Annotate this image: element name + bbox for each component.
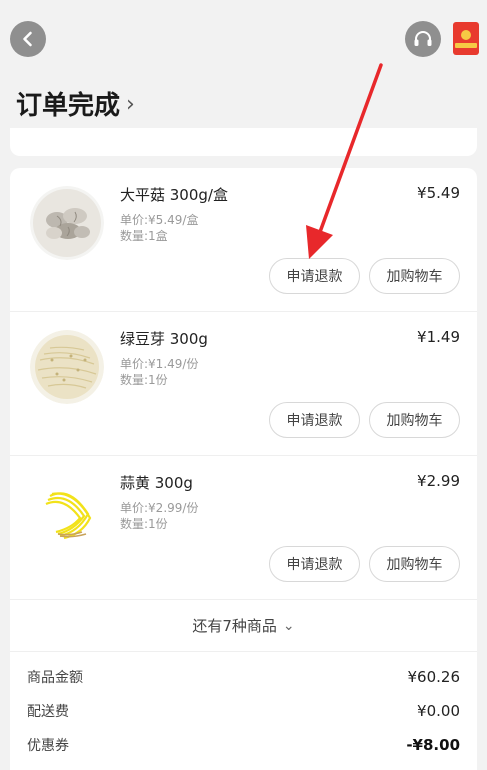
quantity: 数量:1份 — [120, 517, 168, 531]
delivery-fee-row: 配送费 ¥0.00 — [27, 694, 460, 728]
page-title: 订单完成 — [16, 90, 121, 121]
customer-service-button[interactable] — [405, 21, 441, 57]
unit-price: 单价:¥1.49/份 — [120, 357, 199, 371]
goods-amount-label: 商品金额 — [27, 670, 83, 686]
price-summary: 商品金额 ¥60.26 配送费 ¥0.00 优惠券 -¥8.00 — [10, 660, 477, 762]
add-to-cart-button[interactable]: 加购物车 — [369, 258, 460, 294]
request-refund-button[interactable]: 申请退款 — [269, 546, 360, 582]
delivery-fee-value: ¥0.00 — [417, 702, 460, 720]
red-packet-icon — [461, 30, 471, 40]
show-more-label: 还有7种商品 — [192, 617, 277, 635]
product-image[interactable] — [30, 186, 104, 260]
unit-price: 单价:¥2.99/份 — [120, 501, 199, 515]
add-to-cart-button[interactable]: 加购物车 — [369, 402, 460, 438]
order-status-link[interactable]: 订单完成 › — [16, 84, 135, 122]
product-name[interactable]: 绿豆芽 300g — [120, 328, 208, 349]
show-more-items-button[interactable]: 还有7种商品 ⌄ — [10, 600, 477, 652]
order-items-card: 大平菇 300g/盒 ¥5.49 单价:¥5.49/盒 数量:1盒 申请退款 加… — [10, 168, 477, 770]
product-name[interactable]: 大平菇 300g/盒 — [120, 184, 228, 205]
order-item: 绿豆芽 300g ¥1.49 单价:¥1.49/份 数量:1份 申请退款 加购物… — [10, 312, 477, 456]
back-button[interactable] — [10, 21, 46, 57]
coupon-value: -¥8.00 — [406, 736, 460, 754]
product-name[interactable]: 蒜黄 300g — [120, 472, 193, 493]
red-packet-label — [455, 43, 477, 48]
product-image[interactable] — [30, 330, 104, 404]
quantity: 数量:1份 — [120, 373, 168, 387]
request-refund-button[interactable]: 申请退款 — [269, 402, 360, 438]
delivery-card — [10, 128, 477, 156]
product-image[interactable] — [30, 474, 104, 548]
delivery-fee-label: 配送费 — [27, 704, 69, 720]
chevron-right-icon: › — [126, 91, 135, 117]
coupon-row: 优惠券 -¥8.00 — [27, 728, 460, 762]
unit-price: 单价:¥5.49/盒 — [120, 213, 199, 227]
product-price: ¥1.49 — [417, 328, 460, 346]
chevron-down-icon: ⌄ — [282, 617, 295, 634]
headset-icon — [414, 31, 432, 46]
top-bar — [0, 0, 487, 80]
chevron-left-icon — [23, 31, 32, 47]
goods-amount-row: 商品金额 ¥60.26 — [27, 660, 460, 694]
order-item: 蒜黄 300g ¥2.99 单价:¥2.99/份 数量:1份 申请退款 加购物车 — [10, 456, 477, 600]
add-to-cart-button[interactable]: 加购物车 — [369, 546, 460, 582]
coupon-label: 优惠券 — [27, 738, 69, 754]
product-price: ¥5.49 — [417, 184, 460, 202]
quantity: 数量:1盒 — [120, 229, 168, 243]
goods-amount-value: ¥60.26 — [407, 668, 461, 686]
order-item: 大平菇 300g/盒 ¥5.49 单价:¥5.49/盒 数量:1盒 申请退款 加… — [10, 168, 477, 312]
request-refund-button[interactable]: 申请退款 — [269, 258, 360, 294]
red-packet-button[interactable] — [453, 22, 479, 55]
product-price: ¥2.99 — [417, 472, 460, 490]
